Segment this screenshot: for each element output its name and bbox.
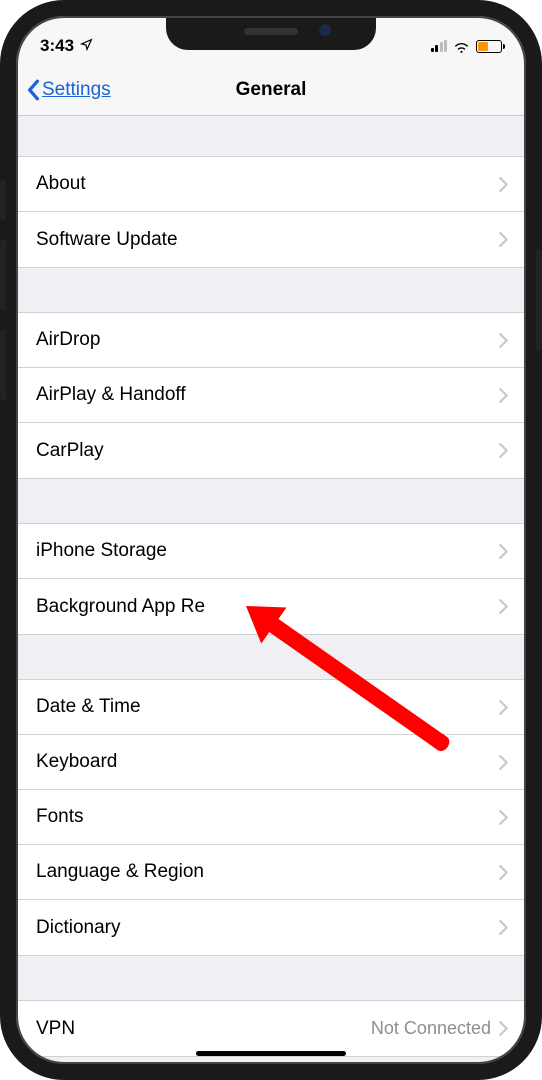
row-label: Keyboard	[36, 751, 499, 773]
row-label: Software Update	[36, 229, 499, 251]
chevron-right-icon	[499, 443, 508, 458]
group-gap	[16, 956, 526, 1000]
row-iphone-storage[interactable]: iPhone Storage	[16, 524, 526, 579]
settings-group: About Software Update	[16, 156, 526, 268]
chevron-right-icon	[499, 177, 508, 192]
cellular-signal-icon	[431, 40, 448, 52]
row-fonts[interactable]: Fonts	[16, 790, 526, 845]
row-detail: Not Connected	[371, 1018, 491, 1039]
settings-list[interactable]: About Software Update AirDrop AirPlay & Han…	[16, 116, 526, 1064]
settings-group: iPhone Storage Background App Re	[16, 523, 526, 635]
nav-header: Settings General	[16, 64, 526, 116]
chevron-right-icon	[499, 599, 508, 614]
group-gap	[16, 479, 526, 523]
row-about[interactable]: About	[16, 157, 526, 212]
chevron-right-icon	[499, 865, 508, 880]
row-airdrop[interactable]: AirDrop	[16, 313, 526, 368]
back-button[interactable]: Settings	[26, 79, 111, 101]
row-date-time[interactable]: Date & Time	[16, 680, 526, 735]
row-label: Dictionary	[36, 917, 499, 939]
row-dictionary[interactable]: Dictionary	[16, 900, 526, 955]
home-indicator[interactable]	[196, 1051, 346, 1056]
row-label: Language & Region	[36, 861, 499, 883]
status-time: 3:43	[40, 36, 74, 56]
group-gap	[16, 116, 526, 156]
row-label: AirDrop	[36, 329, 499, 351]
row-label: iPhone Storage	[36, 540, 499, 562]
group-gap	[16, 635, 526, 679]
location-icon	[80, 36, 93, 56]
chevron-right-icon	[499, 232, 508, 247]
row-label: Background App Re	[36, 596, 499, 618]
chevron-right-icon	[499, 388, 508, 403]
chevron-right-icon	[499, 333, 508, 348]
settings-group: Date & Time Keyboard Fonts Language & Regio…	[16, 679, 526, 956]
settings-group: VPNNot Connected	[16, 1000, 526, 1057]
chevron-right-icon	[499, 920, 508, 935]
row-vpn[interactable]: VPNNot Connected	[16, 1001, 526, 1056]
row-label: About	[36, 173, 499, 195]
row-label: VPN	[36, 1018, 371, 1040]
row-label: AirPlay & Handoff	[36, 384, 499, 406]
row-keyboard[interactable]: Keyboard	[16, 735, 526, 790]
page-title: General	[236, 79, 307, 101]
back-label: Settings	[42, 79, 111, 101]
chevron-right-icon	[499, 700, 508, 715]
row-software-update[interactable]: Software Update	[16, 212, 526, 267]
chevron-right-icon	[499, 544, 508, 559]
row-language-region[interactable]: Language & Region	[16, 845, 526, 900]
settings-group: AirDrop AirPlay & Handoff CarPlay	[16, 312, 526, 479]
row-airplay-handoff[interactable]: AirPlay & Handoff	[16, 368, 526, 423]
row-label: Date & Time	[36, 696, 499, 718]
battery-icon	[476, 40, 502, 53]
chevron-right-icon	[499, 810, 508, 825]
chevron-left-icon	[26, 79, 40, 101]
row-label: CarPlay	[36, 440, 499, 462]
chevron-right-icon	[499, 755, 508, 770]
row-label: Fonts	[36, 806, 499, 828]
row-carplay[interactable]: CarPlay	[16, 423, 526, 478]
wifi-icon	[453, 40, 470, 53]
chevron-right-icon	[499, 1021, 508, 1036]
row-background-app-refresh[interactable]: Background App Re	[16, 579, 526, 634]
group-gap	[16, 268, 526, 312]
